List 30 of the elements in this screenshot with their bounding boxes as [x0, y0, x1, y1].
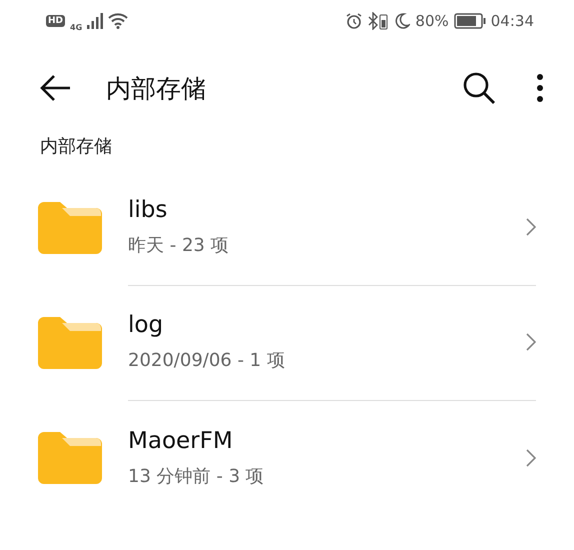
folder-name: MaoerFM: [128, 428, 234, 454]
folder-row[interactable]: MaoerFM 13 分钟前 - 3 项: [0, 400, 574, 515]
folder-icon: [38, 316, 102, 368]
folder-row[interactable]: libs 昨天 - 23 项: [0, 170, 574, 285]
back-button[interactable]: [40, 74, 72, 102]
folder-name: log: [128, 312, 164, 338]
hd-badge: HD: [46, 15, 66, 27]
breadcrumb[interactable]: 内部存储: [40, 134, 112, 158]
chevron-right-icon: [526, 218, 536, 236]
moon-icon: [394, 13, 410, 29]
chevron-right-icon: [526, 333, 536, 351]
folder-name: libs: [128, 197, 168, 223]
bluetooth-battery-icon: [367, 12, 390, 30]
search-button[interactable]: [462, 71, 496, 105]
clock-time: 04:34: [490, 12, 534, 30]
folder-icon: [38, 432, 102, 484]
network-type: 4G: [70, 22, 82, 32]
signal-icon: [87, 13, 104, 29]
wifi-icon: [108, 13, 128, 29]
page-title: 内部存储: [106, 72, 207, 104]
alarm-icon: [346, 13, 362, 29]
battery-icon: [454, 13, 486, 29]
folder-row[interactable]: log 2020/09/06 - 1 项: [0, 285, 574, 400]
battery-percent: 80%: [415, 12, 449, 30]
more-menu-button[interactable]: [536, 73, 544, 103]
chevron-right-icon: [526, 448, 536, 466]
folder-details: 昨天 - 23 项: [128, 234, 230, 257]
folder-details: 13 分钟前 - 3 项: [128, 464, 265, 488]
folder-details: 2020/09/06 - 1 项: [128, 349, 286, 372]
folder-icon: [38, 202, 102, 254]
